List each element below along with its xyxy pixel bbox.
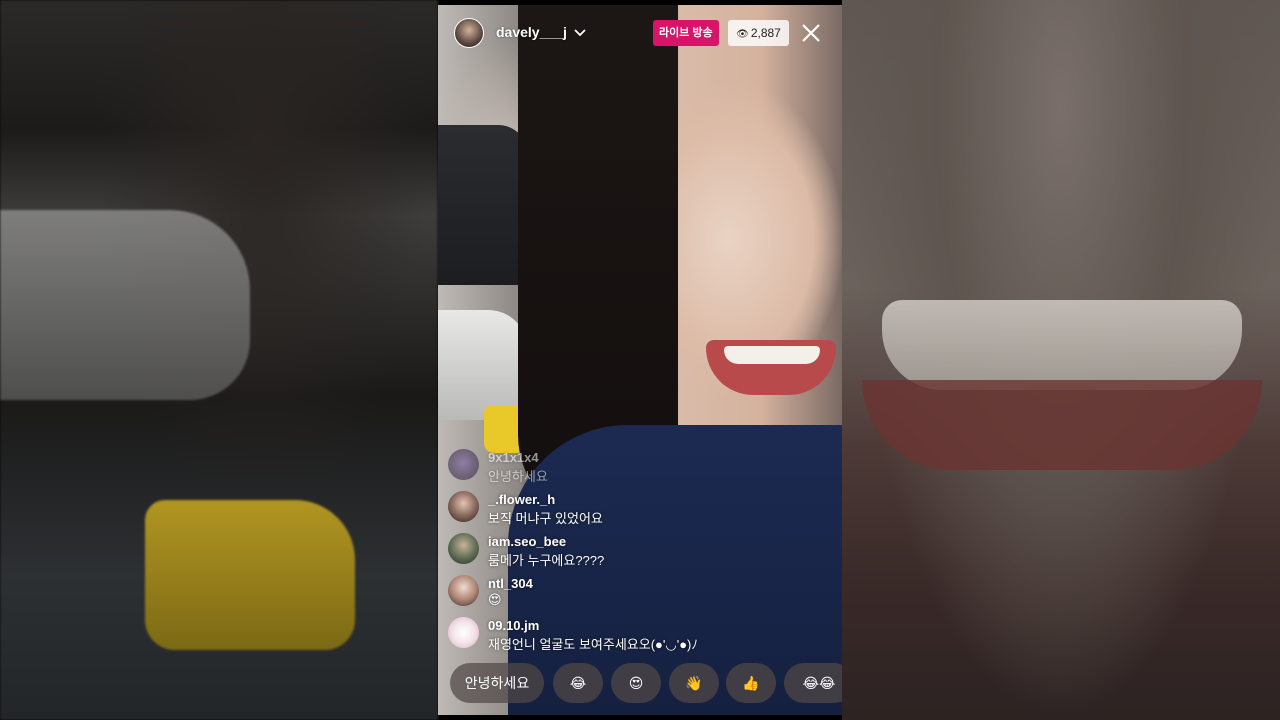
close-icon[interactable]	[799, 21, 823, 45]
quick-reply-bar: 안녕하세요 😂 😍 👋 👍 😂😂	[450, 663, 842, 703]
host-avatar[interactable]	[454, 18, 484, 48]
comment-username[interactable]: iam.seo_bee	[488, 534, 566, 549]
video-smile	[706, 340, 836, 395]
comment-item: ntl_304 😍	[448, 574, 838, 616]
white-dog-avatar[interactable]	[448, 617, 479, 648]
blurred-smile	[882, 300, 1242, 390]
comment-text: 보직 머냐구 있었어요	[488, 511, 603, 526]
viewer-count: 2,887	[750, 26, 781, 40]
video-person-background	[438, 125, 528, 285]
video-pillow	[438, 310, 528, 420]
comment-item: iam.seo_bee 룸메가 누구에요????	[448, 532, 838, 574]
girl-avatar[interactable]	[448, 575, 479, 606]
comment-text: 안녕하세요	[488, 469, 548, 484]
comment-username[interactable]: 09.10.jm	[488, 618, 539, 633]
live-stream-frame: davely___j 라이브 방송 👁 2,887 9x1x1x4 안녕하세요 _…	[438, 5, 842, 715]
purple-figure-avatar[interactable]	[448, 449, 479, 480]
man-avatar[interactable]	[448, 533, 479, 564]
live-badge: 라이브 방송	[653, 20, 719, 46]
comment-text: 재영언니 얼굴도 보여주세요오(●'◡'●)ﾉ	[488, 637, 698, 652]
blurred-yellow-object	[145, 500, 355, 650]
blurred-pillow	[0, 210, 250, 400]
top-bar: davely___j 라이브 방송 👁 2,887	[438, 5, 842, 61]
quick-reply-laugh-emoji-button[interactable]: 😂	[553, 663, 603, 703]
comment-text: 😍	[488, 592, 502, 607]
comment-item: 09.10.jm 재영언니 얼굴도 보여주세요오(●'◡'●)ﾉ	[448, 616, 838, 658]
comment-item: _.flower._h 보직 머냐구 있었어요	[448, 490, 838, 532]
quick-reply-double-laugh-emoji-button[interactable]: 😂😂	[784, 663, 842, 703]
quick-reply-greeting-button[interactable]: 안녕하세요	[450, 663, 544, 703]
blurred-lips	[862, 380, 1262, 470]
comment-text: 룸메가 누구에요????	[488, 553, 605, 568]
comment-username[interactable]: _.flower._h	[488, 492, 555, 507]
eye-icon: 👁	[736, 29, 749, 40]
comment-username[interactable]: ntl_304	[488, 576, 533, 591]
comment-username[interactable]: 9x1x1x4	[488, 450, 539, 465]
comment-item: 9x1x1x4 안녕하세요	[448, 448, 838, 490]
blurred-background-right	[842, 0, 1280, 720]
quick-reply-wave-emoji-button[interactable]: 👋	[669, 663, 719, 703]
girl-avatar[interactable]	[448, 491, 479, 522]
blurred-background-left	[0, 0, 438, 720]
host-username[interactable]: davely___j	[496, 24, 567, 40]
quick-reply-heart-eyes-emoji-button[interactable]: 😍	[611, 663, 661, 703]
chevron-down-icon[interactable]	[572, 25, 588, 41]
comment-list: 9x1x1x4 안녕하세요 _.flower._h 보직 머냐구 있었어요 ia…	[448, 448, 838, 658]
quick-reply-thumbs-up-emoji-button[interactable]: 👍	[726, 663, 776, 703]
viewer-count-badge[interactable]: 👁 2,887	[728, 20, 789, 46]
